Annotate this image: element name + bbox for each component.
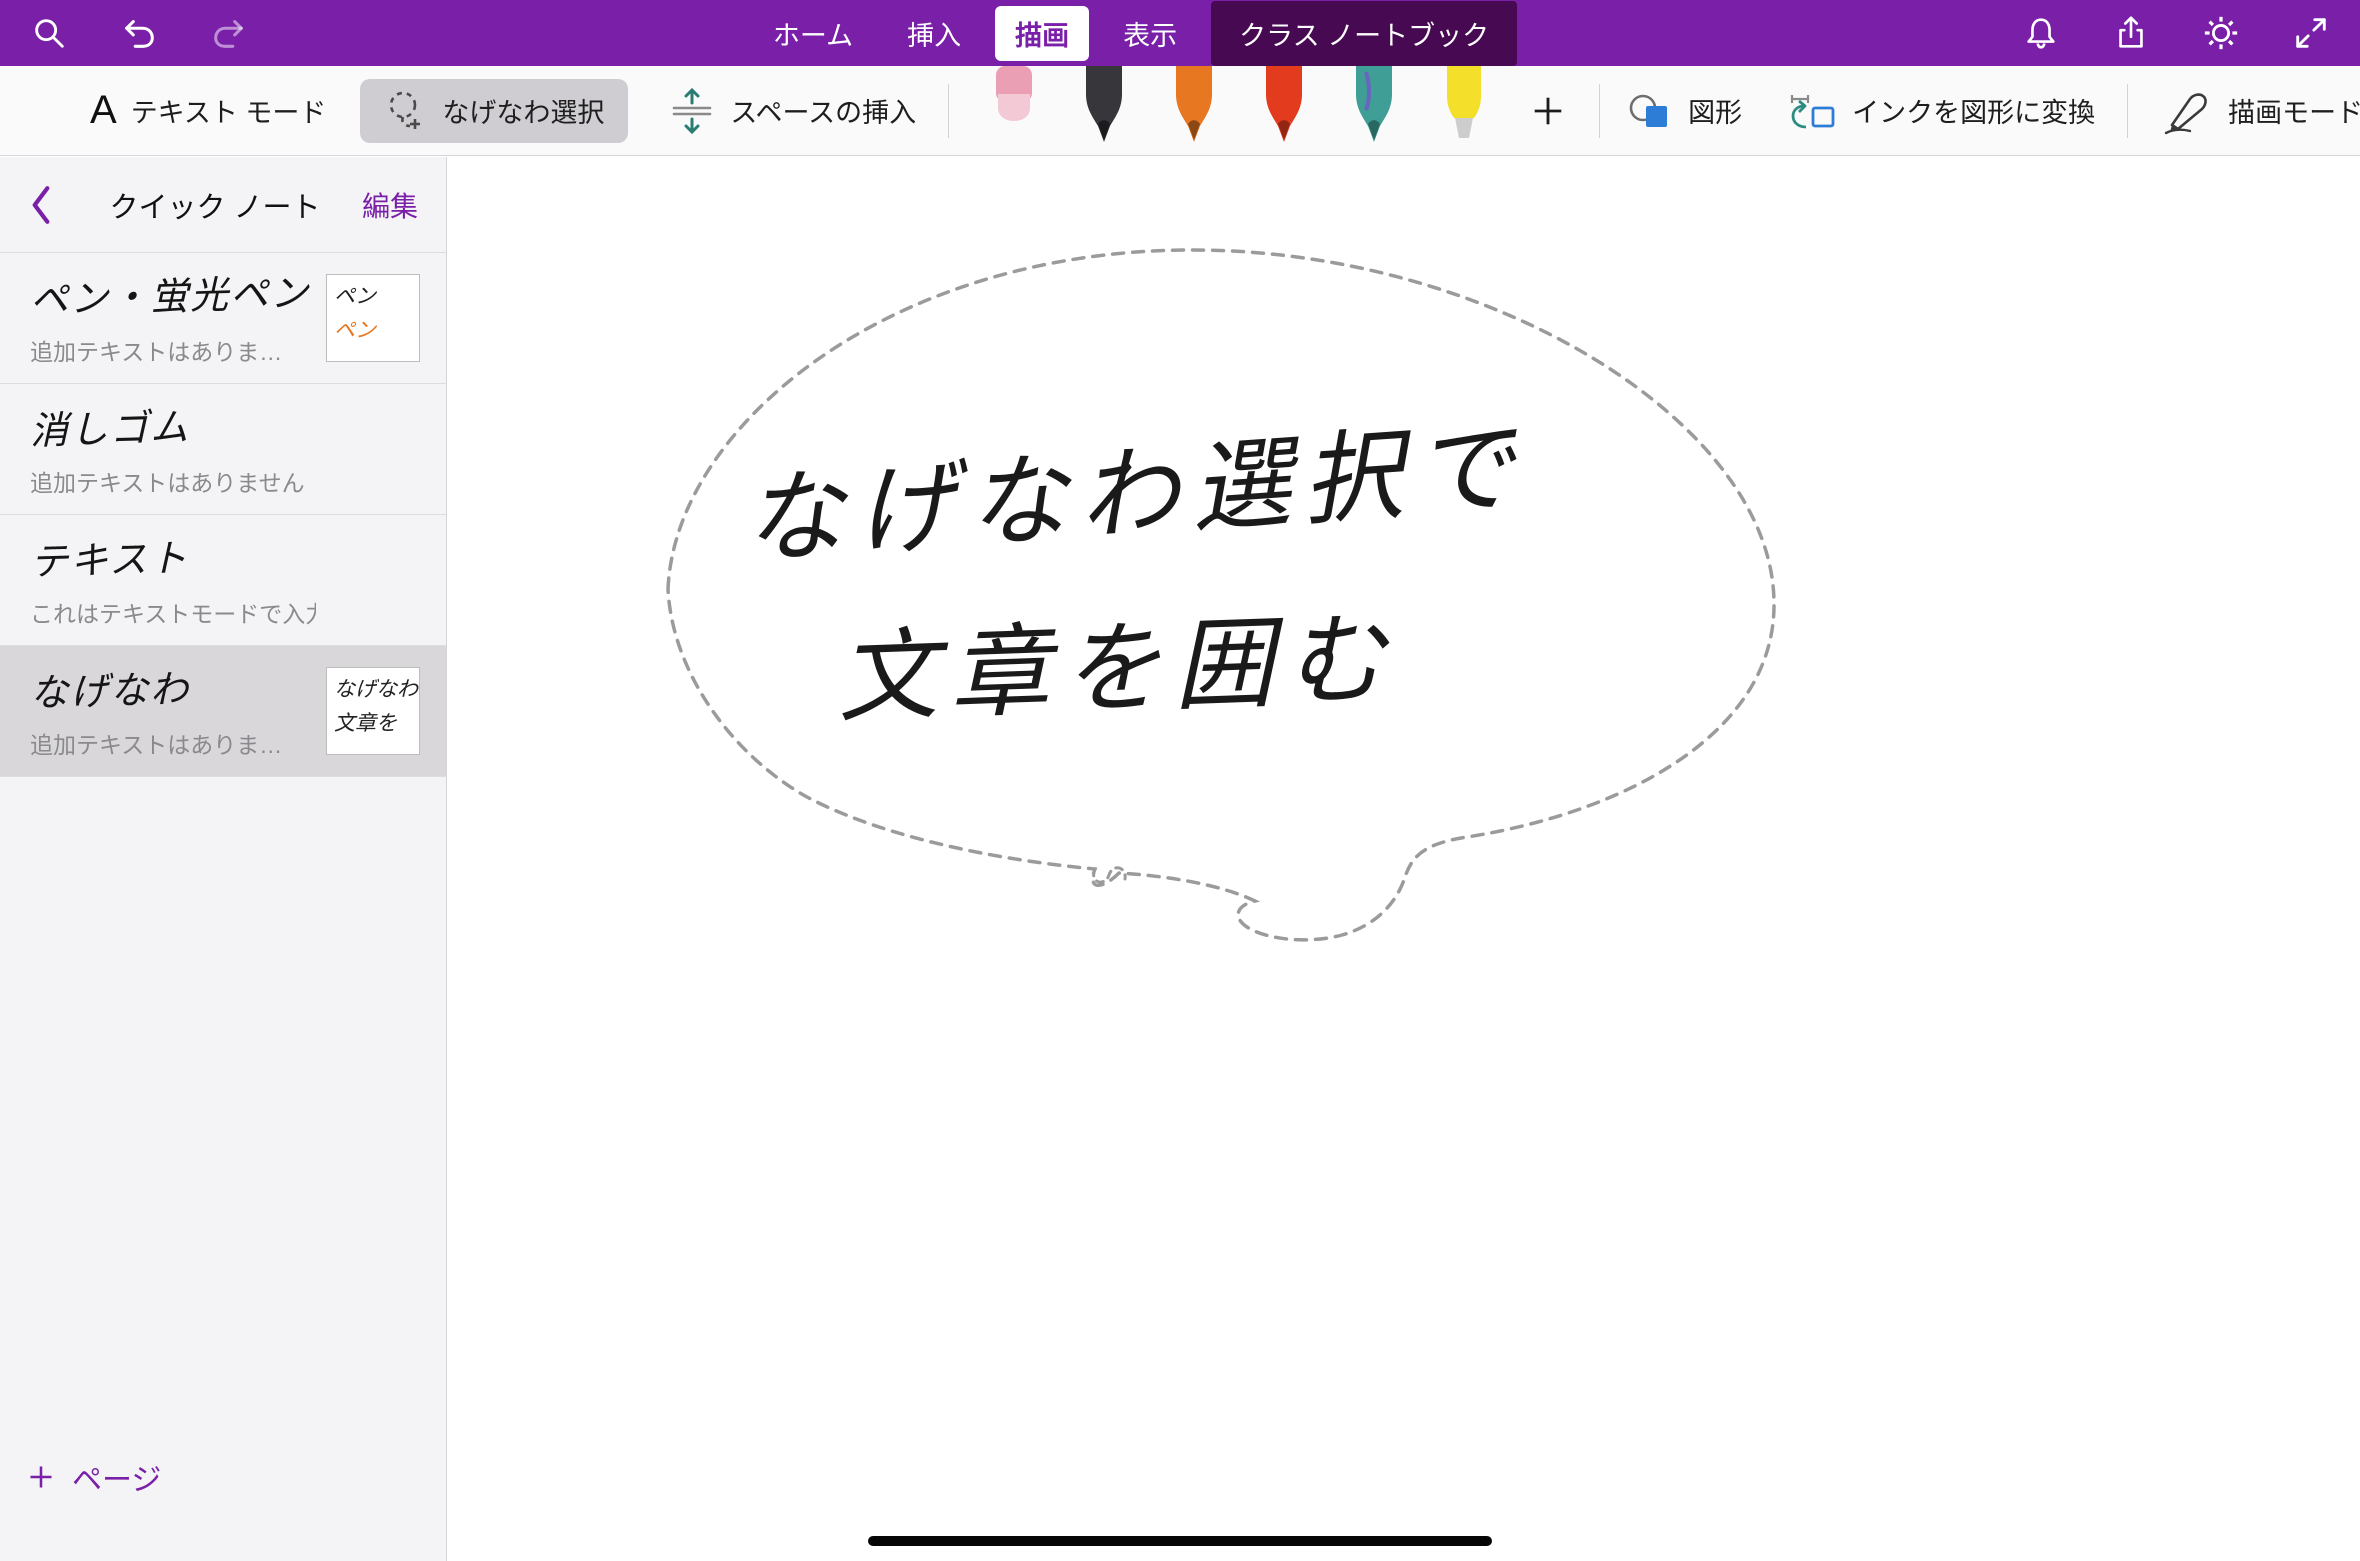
pen-red[interactable] [1253,66,1315,154]
bell-icon [2022,14,2060,52]
ribbon-tabs: ホーム 挿入 描画 表示 クラス ノートブック [753,1,1517,66]
pen-red-icon [1253,66,1315,154]
redo-button[interactable] [206,10,252,56]
pen-galaxy[interactable] [1343,66,1405,154]
insert-space-button[interactable]: スペースの挿入 [668,87,916,135]
insert-space-label: スペースの挿入 [730,91,916,130]
thumbnail-ink-text: 文章を [334,707,412,741]
add-page-button[interactable]: ページ [26,1455,161,1499]
draw-toolbar: A テキスト モード なげなわ選択 [0,66,2360,156]
draw-mode-label: 描画モード [2228,91,2360,130]
draw-mode-pen-icon [2162,87,2214,135]
ink-to-shape-icon [1786,87,1838,135]
page-list: ペン・蛍光ペン 追加テキストはありま… ペン ペン 消しゴム 追加テキストはあり… [0,253,446,777]
draw-mode-button[interactable]: 描画モード [2162,87,2360,135]
tab-home[interactable]: ホーム [753,6,873,61]
redo-icon [210,14,248,52]
page-thumbnail: ペン ペン [326,274,420,362]
ink-to-shape-button[interactable]: インクを図形に変換 [1786,87,2095,135]
thumbnail-ink-text: ペン [334,314,412,348]
add-pen-button[interactable] [1529,88,1567,134]
page-title: テキスト [29,524,316,586]
plus-icon [26,1462,56,1492]
toolbar-divider [948,84,949,138]
chevron-left-icon [28,184,54,226]
lasso-select-label: なげなわ選択 [442,91,604,130]
settings-gear-icon [2202,14,2240,52]
page-subtitle: 追加テキストはありま… [30,726,316,760]
share-button[interactable] [2108,10,2154,56]
home-indicator[interactable] [868,1536,1492,1546]
page-subtitle: 追加テキストはありま… [30,333,316,367]
tab-view[interactable]: 表示 [1103,6,1197,61]
page-list-item-text[interactable]: テキスト これはテキストモードで入力し… [0,515,446,646]
pen-tray [983,66,1495,156]
page-title: ペン・蛍光ペン [29,262,316,324]
plus-icon [1529,92,1567,130]
page-list-item-pen[interactable]: ペン・蛍光ペン 追加テキストはありま… ペン ペン [0,253,446,384]
highlighter-yellow-icon [1433,66,1495,154]
tab-draw[interactable]: 描画 [995,6,1089,61]
pen-orange[interactable] [1163,66,1225,154]
pen-galaxy-icon [1343,66,1405,154]
thumbnail-ink-text: ペン [334,280,412,314]
toolbar-divider [2127,84,2128,138]
undo-button[interactable] [116,10,162,56]
page-thumbnail: なげなわ 文章を [326,667,420,755]
lasso-icon [384,89,428,133]
shapes-label: 図形 [1688,91,1742,130]
pen-black[interactable] [1073,66,1135,154]
undo-icon [120,14,158,52]
tab-insert[interactable]: 挿入 [887,6,981,61]
add-page-label: ページ [72,1455,161,1499]
lasso-select-button[interactable]: なげなわ選択 [360,79,628,143]
search-button[interactable] [26,10,72,56]
ink-to-shape-label: インクを図形に変換 [1852,91,2095,130]
back-button[interactable] [28,184,68,226]
page-sidebar: クイック ノート 編集 ペン・蛍光ペン 追加テキストはありま… ペン ペン 消し… [0,157,447,1561]
text-mode-button[interactable]: A テキスト モード [90,88,326,133]
fullscreen-button[interactable] [2288,10,2334,56]
eraser-icon [983,66,1045,128]
page-list-item-lasso[interactable]: なげなわ 追加テキストはありま… なげなわ 文章を [0,646,446,777]
eraser-tool[interactable] [983,66,1045,128]
share-icon [2112,14,2150,52]
toolbar-divider [1599,84,1600,138]
lasso-selection-outline [447,157,2360,1561]
text-mode-label: テキスト モード [131,91,327,130]
page-subtitle: これはテキストモードで入力し… [30,595,316,629]
sidebar-header: クイック ノート 編集 [0,157,446,253]
edit-button[interactable]: 編集 [362,185,418,225]
note-canvas[interactable]: なげなわ選択で 文章を囲む [447,157,2360,1561]
insert-space-icon [668,87,716,135]
thumbnail-ink-text: なげなわ [334,673,412,707]
handwritten-ink-line-2: 文章を囲む [835,577,1400,741]
page-title: なげなわ [29,655,316,717]
search-icon [30,14,68,52]
onenote-app: ホーム 挿入 描画 表示 クラス ノートブック [0,0,2360,1561]
shapes-button[interactable]: 図形 [1626,87,1742,135]
page-list-item-eraser[interactable]: 消しゴム 追加テキストはありません [0,384,446,515]
fullscreen-icon [2292,14,2330,52]
tab-class-notebook[interactable]: クラス ノートブック [1211,1,1517,66]
text-mode-icon: A [90,88,117,133]
top-bar: ホーム 挿入 描画 表示 クラス ノートブック [0,0,2360,66]
pen-black-icon [1073,66,1135,154]
page-subtitle: 追加テキストはありません [30,464,316,498]
notifications-button[interactable] [2018,10,2064,56]
topbar-right-icons [2018,10,2334,56]
highlighter-yellow[interactable] [1433,66,1495,154]
shapes-icon [1626,87,1674,135]
notebook-section-title: クイック ノート [68,184,362,226]
settings-button[interactable] [2198,10,2244,56]
page-title: 消しゴム [29,393,316,455]
topbar-left-icons [26,10,252,56]
pen-orange-icon [1163,66,1225,154]
